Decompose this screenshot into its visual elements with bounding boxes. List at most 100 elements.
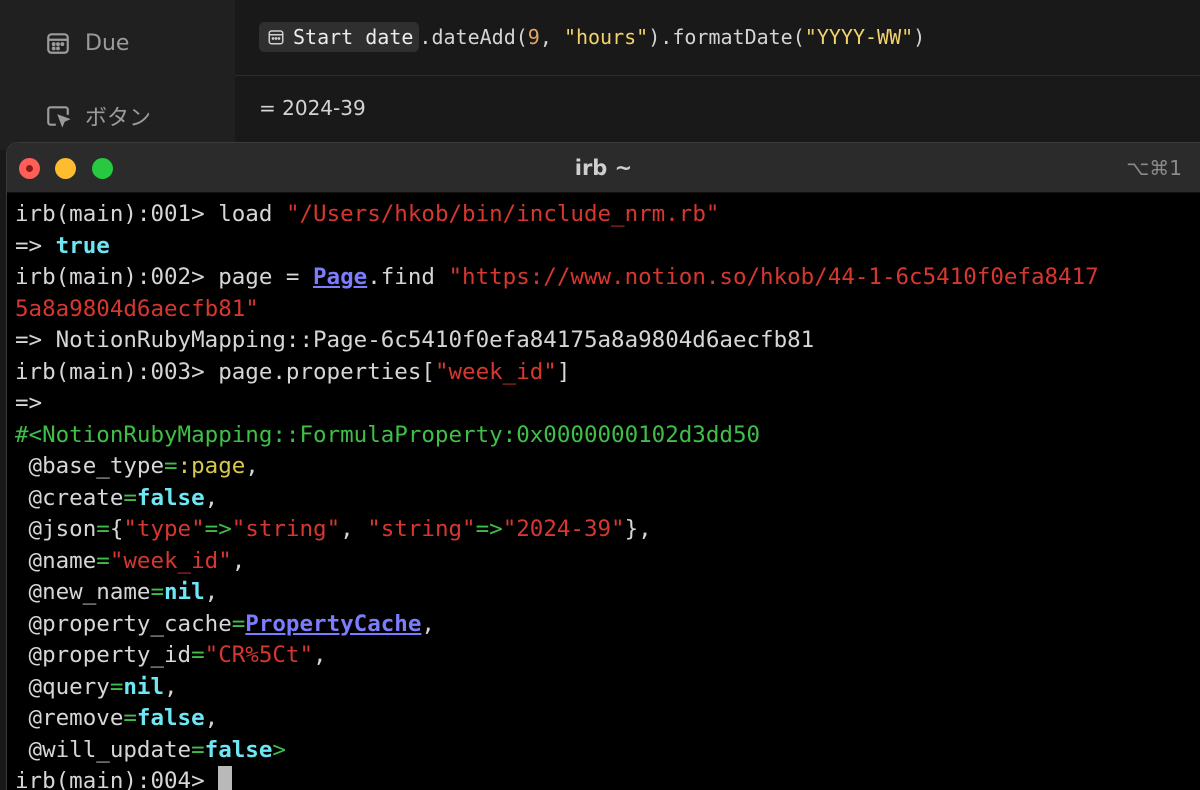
terminal-token: @property_id <box>15 642 192 668</box>
terminal-token: = <box>231 610 246 637</box>
terminal-line: @name="week_id", <box>15 546 1195 578</box>
property-chip-start-date[interactable]: Start date <box>259 22 420 52</box>
sidebar-item-button[interactable]: ボタン <box>45 100 151 132</box>
terminal-prompt: irb(main):004> <box>15 768 219 790</box>
terminal-token: irb(main):002> page = <box>15 264 314 290</box>
terminal-titlebar[interactable]: irb ~ ⌥⌘1 <box>7 143 1200 193</box>
terminal-token: false <box>136 705 205 731</box>
terminal-token: PropertyCache <box>245 610 422 637</box>
terminal-token: irb(main):001> load <box>15 201 286 227</box>
terminal-line: #<NotionRubyMapping::FormulaProperty:0x0… <box>15 420 1195 452</box>
terminal-token: "2024-39" <box>502 516 625 542</box>
terminal-token: "string" <box>367 516 476 542</box>
terminal-token: .find <box>367 264 449 290</box>
terminal-window[interactable]: irb ~ ⌥⌘1 irb(main):001> load "/Users/hk… <box>6 142 1200 790</box>
text-cursor <box>218 766 233 790</box>
terminal-line: @remove=false, <box>15 703 1195 735</box>
terminal-token: 5a8a9804d6aecfb81" <box>15 295 259 322</box>
terminal-token: = <box>96 547 110 574</box>
terminal-token: , <box>313 642 327 668</box>
terminal-token: #<NotionRubyMapping::FormulaProperty:0x0… <box>15 421 761 448</box>
calendar-icon <box>268 30 284 45</box>
terminal-token: "week_id" <box>434 358 557 385</box>
terminal-token: > <box>272 736 286 763</box>
terminal-token: "https://www.notion.so/hkob/44-1-6c5410f… <box>448 264 1099 290</box>
terminal-token: , <box>231 547 246 574</box>
sidebar-item-label: Due <box>85 30 130 56</box>
sidebar-item-due[interactable]: Due <box>45 30 129 56</box>
terminal-token: @create <box>15 484 124 511</box>
terminal-token: => <box>475 516 503 542</box>
terminal-prompt-line[interactable]: irb(main):004> <box>15 766 1195 790</box>
formula-divider <box>235 75 1200 76</box>
terminal-token: "/Users/hkob/bin/include_nrm.rb" <box>285 201 720 227</box>
formula-arg-format: "YYYY-WW" <box>804 25 914 49</box>
terminal-line: => true <box>15 231 1195 263</box>
terminal-token: = <box>150 579 165 605</box>
terminal-line: => NotionRubyMapping::Page-6c5410f0efa84… <box>15 325 1195 357</box>
terminal-token: "week_id" <box>109 547 232 574</box>
terminal-token: "type" <box>123 516 205 542</box>
terminal-line: @will_update=false> <box>15 735 1195 767</box>
terminal-line: @property_id="CR%5Ct", <box>15 640 1195 672</box>
terminal-token: nil <box>123 673 165 700</box>
terminal-token: @json <box>15 516 97 542</box>
terminal-token: irb(main):003> page.properties[ <box>15 358 435 385</box>
terminal-token: @property_cache <box>15 610 232 637</box>
terminal-token: @query <box>15 673 110 700</box>
formula-arg-separator: , <box>539 25 564 49</box>
terminal-token: @remove <box>15 705 124 731</box>
terminal-token: , <box>340 516 368 542</box>
terminal-line: @new_name=nil, <box>15 577 1195 609</box>
window-title: irb ~ <box>574 156 633 180</box>
terminal-line: @json={"type"=>"string", "string"=>"2024… <box>15 514 1195 546</box>
terminal-line: => <box>15 388 1195 420</box>
terminal-line: @query=nil, <box>15 672 1195 704</box>
terminal-token: @will_update <box>15 736 192 763</box>
terminal-token: ] <box>556 358 571 385</box>
formula-arg-number: 9 <box>527 25 540 49</box>
terminal-token: , <box>245 453 259 479</box>
calendar-icon <box>47 33 69 54</box>
terminal-line: @create=false, <box>15 483 1195 515</box>
property-chip-label: Start date <box>293 25 414 49</box>
terminal-token: nil <box>164 579 205 605</box>
terminal-token: :page <box>177 453 246 479</box>
terminal-line: irb(main):002> page = Page.find "https:/… <box>15 262 1195 294</box>
terminal-token: , <box>421 610 435 637</box>
notion-app-background: Due ボタン Start date .dateAdd(9, "hours").… <box>0 0 1200 150</box>
sidebar-item-label: ボタン <box>85 106 152 131</box>
terminal-token: , <box>204 705 219 731</box>
terminal-line: irb(main):001> load "/Users/hkob/bin/inc… <box>15 199 1195 231</box>
notion-sidebar: Due ボタン <box>0 0 235 150</box>
terminal-token: , <box>204 579 219 605</box>
terminal-token: , <box>164 673 178 700</box>
terminal-token: "string" <box>231 516 341 542</box>
terminal-token: => <box>15 232 56 259</box>
terminal-token: @new_name <box>15 579 151 605</box>
terminal-token: = <box>123 484 137 511</box>
terminal-token: @base_type <box>15 453 165 479</box>
formula-method-dateadd: .dateAdd( <box>419 25 528 49</box>
terminal-token: Page <box>313 264 368 290</box>
terminal-token: = <box>109 673 124 700</box>
terminal-line: irb(main):003> page.properties["week_id"… <box>15 357 1195 389</box>
formula-arg-unit: "hours" <box>563 25 649 49</box>
terminal-token: , <box>204 484 219 511</box>
terminal-line: @property_cache=PropertyCache, <box>15 609 1195 641</box>
terminal-token: = <box>123 705 137 731</box>
terminal-token: false <box>204 736 273 763</box>
terminal-token: = <box>191 642 205 668</box>
terminal-token: false <box>136 484 205 511</box>
terminal-token: = <box>191 736 205 763</box>
terminal-token: @name <box>15 547 97 574</box>
terminal-token: => <box>204 516 232 542</box>
formula-result: = 2024-39 <box>259 96 366 120</box>
terminal-line: @base_type=:page, <box>15 451 1195 483</box>
formula-close-paren: ) <box>913 25 926 49</box>
terminal-output[interactable]: irb(main):001> load "/Users/hkob/bin/inc… <box>15 199 1195 790</box>
terminal-token: { <box>109 516 124 542</box>
terminal-token: true <box>55 232 110 259</box>
formula-expression[interactable]: Start date .dateAdd(9, "hours").formatDa… <box>259 20 925 54</box>
terminal-token: = <box>164 453 178 479</box>
